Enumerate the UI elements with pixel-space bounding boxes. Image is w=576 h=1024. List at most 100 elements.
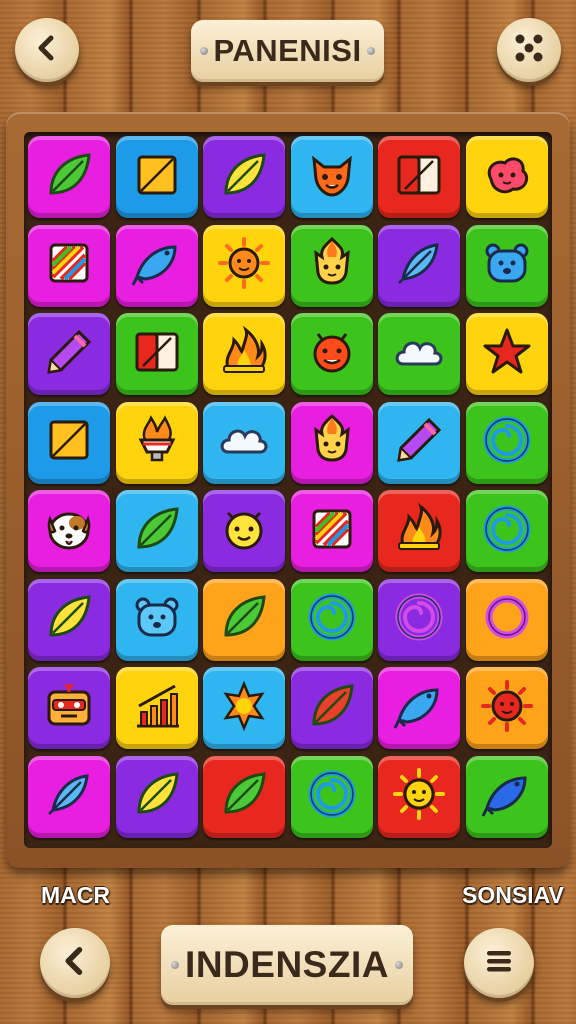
rivet [171, 961, 179, 969]
leaf-icon [214, 587, 274, 652]
game-tile[interactable] [115, 755, 198, 838]
rivet [367, 47, 375, 55]
game-tile[interactable] [203, 490, 285, 572]
sun-icon [477, 676, 537, 741]
menu-button[interactable] [464, 928, 534, 998]
game-tile[interactable] [290, 136, 373, 218]
robot-icon [39, 676, 99, 741]
game-tile[interactable] [203, 136, 285, 218]
game-tile[interactable] [378, 755, 460, 838]
game-tile[interactable] [378, 578, 460, 661]
blob-icon [477, 145, 537, 210]
rivet [200, 47, 208, 55]
fire-icon [389, 499, 449, 564]
dice-icon [509, 28, 549, 73]
fish-icon [389, 676, 449, 741]
game-tile[interactable] [290, 313, 373, 395]
game-tile[interactable] [203, 224, 285, 307]
game-tile[interactable] [378, 490, 460, 572]
game-tile[interactable] [28, 224, 110, 307]
game-tile[interactable] [115, 136, 198, 218]
game-tile[interactable] [290, 224, 373, 307]
options-button[interactable] [497, 18, 561, 82]
devil-icon [302, 322, 362, 387]
game-tile[interactable] [115, 667, 198, 749]
game-tile[interactable] [290, 490, 373, 572]
spiral-icon [302, 764, 362, 829]
game-tile[interactable] [290, 578, 373, 661]
game-tile[interactable] [465, 313, 548, 395]
rainbow-icon [302, 499, 362, 564]
game-tile[interactable] [378, 313, 460, 395]
game-tile[interactable] [115, 490, 198, 572]
page-title: PANENISI [213, 33, 362, 68]
game-tile[interactable] [28, 401, 110, 484]
game-tile[interactable] [115, 401, 198, 484]
spiral-icon [389, 587, 449, 652]
leaf-icon [39, 145, 99, 210]
torch-icon [127, 410, 187, 475]
chart-icon [127, 676, 187, 741]
game-tile[interactable] [28, 313, 110, 395]
rivet [395, 961, 403, 969]
spiral-icon [477, 499, 537, 564]
game-tile[interactable] [203, 401, 285, 484]
left-label: MACR [41, 882, 110, 908]
fish-icon [477, 764, 537, 829]
game-tile[interactable] [28, 755, 110, 838]
game-tile[interactable] [465, 755, 548, 838]
game-tile[interactable] [203, 313, 285, 395]
game-tile[interactable] [378, 136, 460, 218]
game-tile[interactable] [465, 490, 548, 572]
book-icon [389, 145, 449, 210]
game-tile[interactable] [290, 667, 373, 749]
previous-button[interactable] [40, 928, 110, 998]
hamburger-menu-icon [481, 943, 517, 984]
fish-icon [127, 233, 187, 298]
feather-icon [39, 764, 99, 829]
game-tile[interactable] [28, 578, 110, 661]
cloud-icon [214, 410, 274, 475]
spiral-icon [302, 587, 362, 652]
main-action-button[interactable]: INDENSZIA [161, 925, 413, 1005]
pencil-icon [39, 322, 99, 387]
game-tile[interactable] [28, 667, 110, 749]
game-board [6, 112, 570, 868]
game-tile[interactable] [28, 490, 110, 572]
game-tile[interactable] [115, 313, 198, 395]
game-tile[interactable] [378, 667, 460, 749]
bear-icon [127, 587, 187, 652]
game-tile[interactable] [203, 578, 285, 661]
sun-icon [389, 764, 449, 829]
flame-sun-icon [214, 676, 274, 741]
game-tile[interactable] [290, 401, 373, 484]
game-tile[interactable] [28, 136, 110, 218]
tile-grid [24, 132, 552, 848]
game-tile[interactable] [203, 667, 285, 749]
yellow-face-icon [214, 499, 274, 564]
rainbow-icon [39, 233, 99, 298]
game-tile[interactable] [465, 667, 548, 749]
game-tile[interactable] [203, 755, 285, 838]
spiral-icon [477, 410, 537, 475]
game-tile[interactable] [465, 578, 548, 661]
leaf-icon [39, 587, 99, 652]
dog-icon [39, 499, 99, 564]
game-tile[interactable] [115, 224, 198, 307]
game-tile[interactable] [115, 578, 198, 661]
title-plaque: PANENISI [191, 20, 384, 82]
bear-icon [477, 233, 537, 298]
game-tile[interactable] [465, 136, 548, 218]
game-tile[interactable] [378, 224, 460, 307]
leaf-icon [214, 145, 274, 210]
game-tile[interactable] [465, 401, 548, 484]
game-tile[interactable] [378, 401, 460, 484]
square-icon [39, 410, 99, 475]
ring-icon [477, 587, 537, 652]
cat-fire-icon [302, 233, 362, 298]
game-tile[interactable] [290, 755, 373, 838]
star-icon [477, 322, 537, 387]
back-button[interactable] [15, 18, 79, 82]
pencil-icon [389, 410, 449, 475]
game-tile[interactable] [465, 224, 548, 307]
